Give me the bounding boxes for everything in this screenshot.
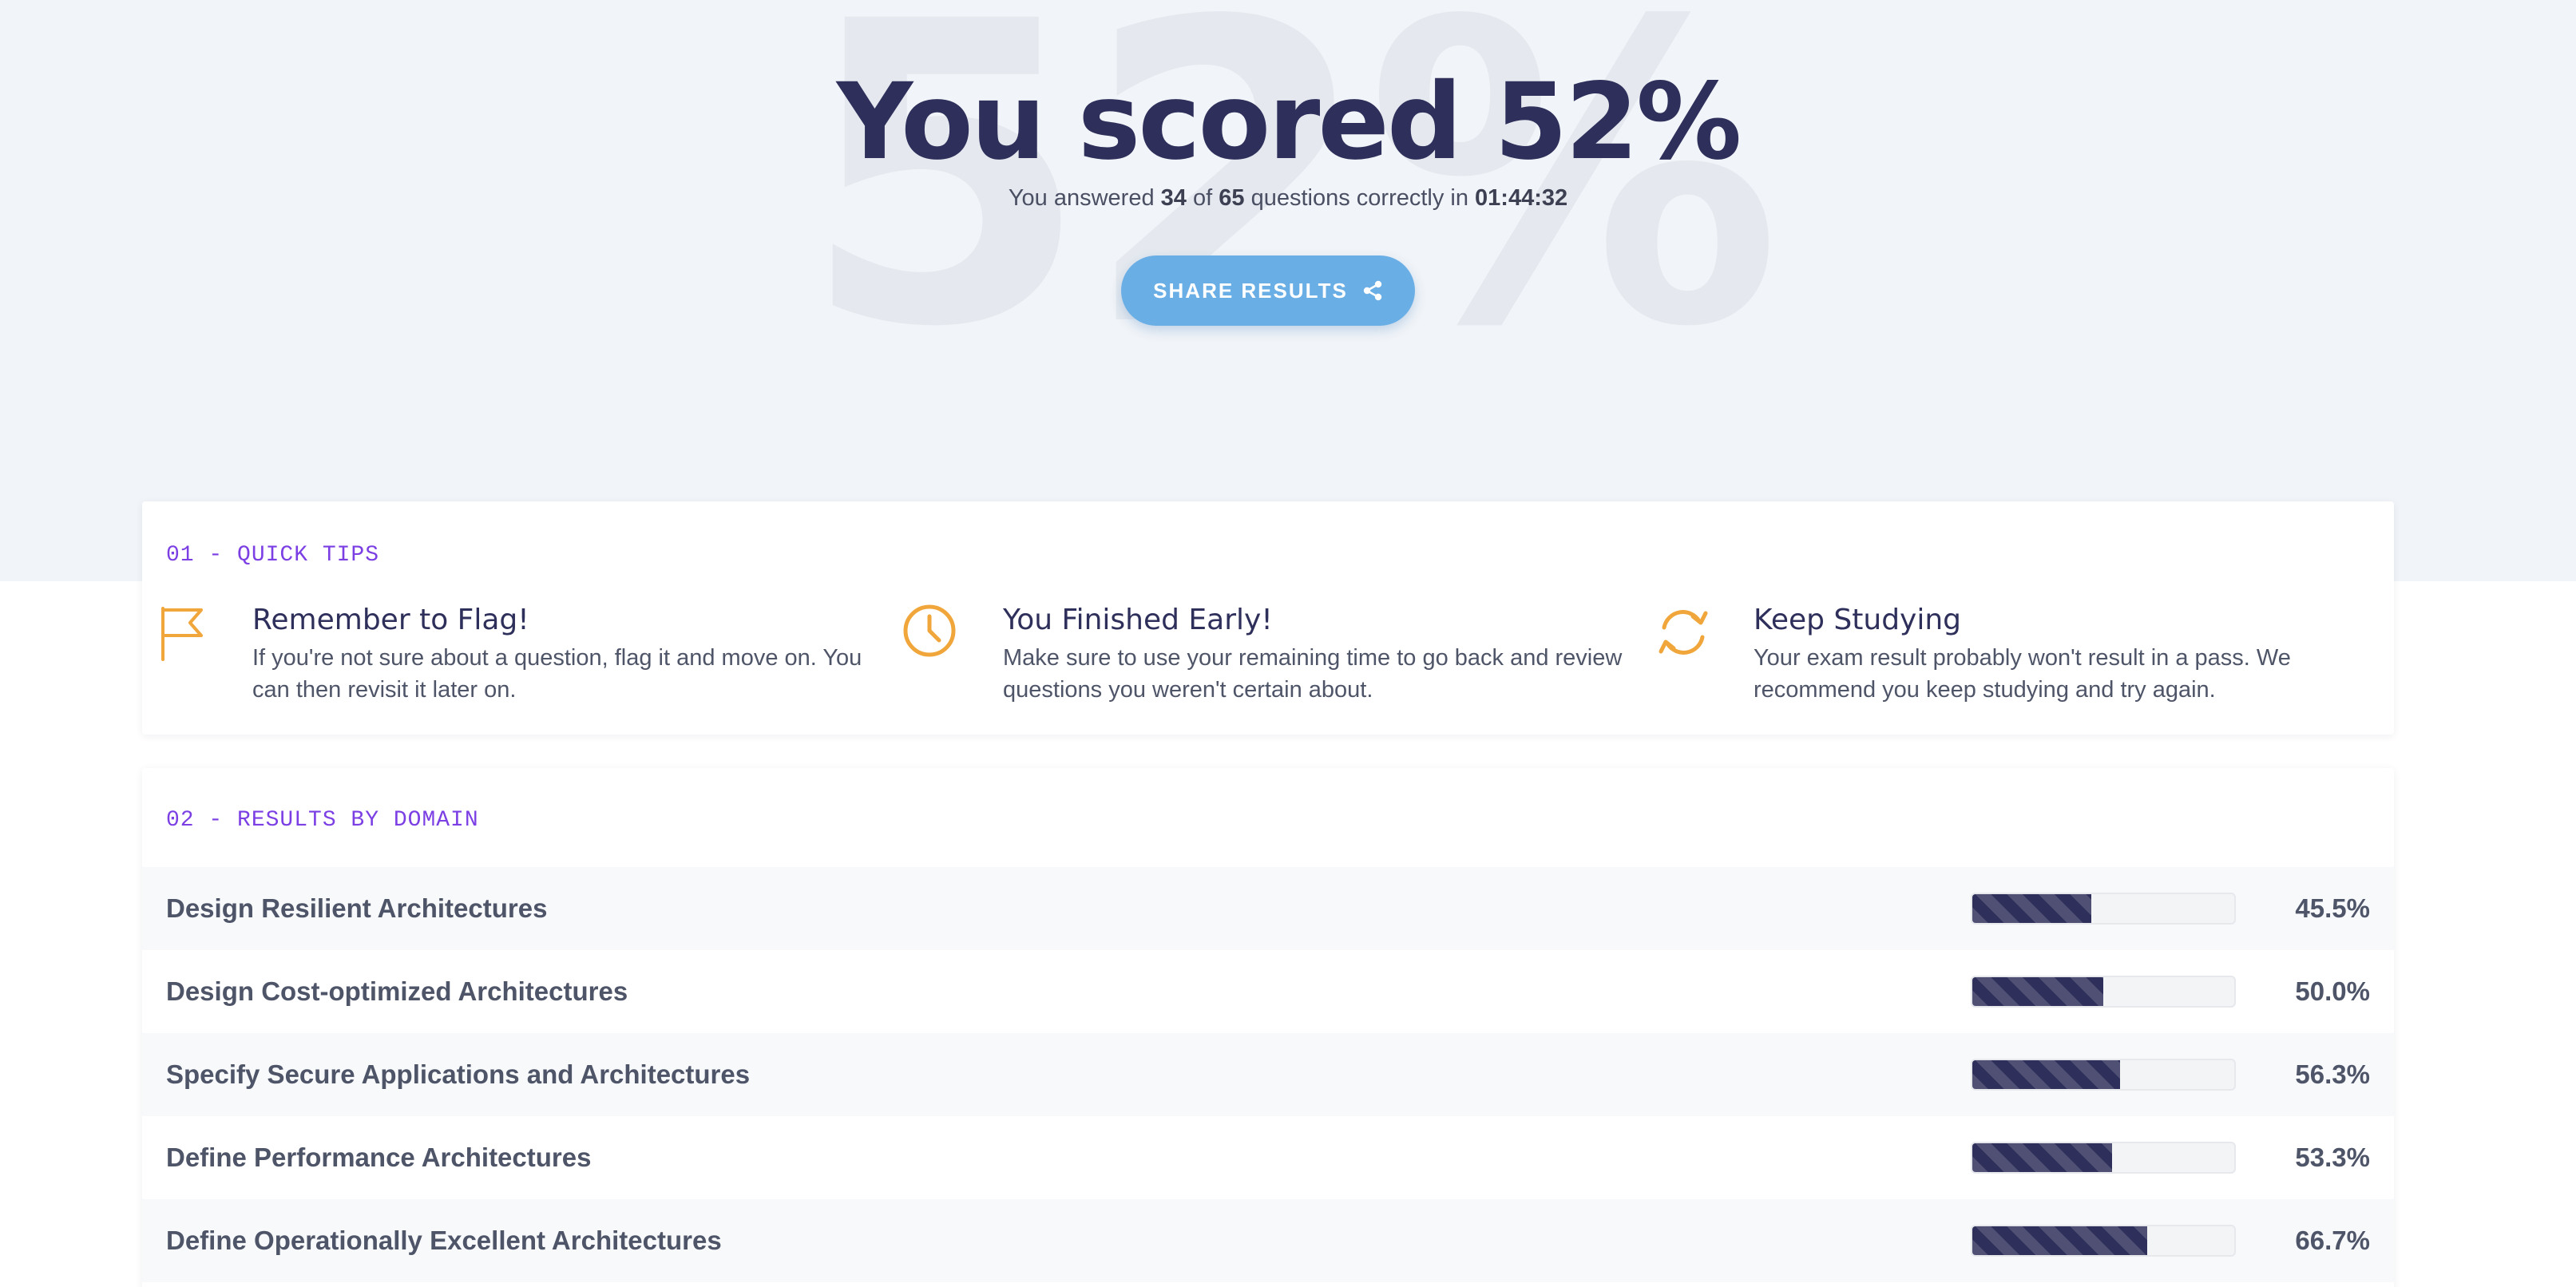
domain-progress-bar <box>1971 893 2236 925</box>
share-results-button[interactable]: SHARE RESULTS <box>1121 255 1415 326</box>
tip-text: Your exam result probably won't result i… <box>1754 645 2291 703</box>
quick-tips-card: 01 - QUICK TIPS Remember to Flag! If you… <box>142 501 2394 735</box>
quick-tips-heading: 01 - QUICK TIPS <box>166 543 380 568</box>
domain-row: Specify Secure Applications and Architec… <box>142 1033 2394 1116</box>
results-by-domain-heading: 02 - RESULTS BY DOMAIN <box>166 808 479 833</box>
score-summary: You answered 34 of 65 questions correctl… <box>0 182 2576 214</box>
tip-title: Keep Studying <box>1754 604 1962 636</box>
domain-list: Design Resilient Architectures 45.5% Des… <box>142 867 2394 1282</box>
refresh-icon <box>1659 610 1708 655</box>
tip-title: Remember to Flag! <box>252 604 529 636</box>
domain-progress-bar <box>1971 1225 2236 1257</box>
domain-percent: 45.5% <box>2295 893 2370 923</box>
summary-prefix: You answered <box>1008 185 1155 211</box>
summary-of: of <box>1193 185 1213 211</box>
domain-percent: 50.0% <box>2295 976 2370 1006</box>
domain-progress-fill <box>1972 1226 2147 1255</box>
elapsed-time: 01:44:32 <box>1475 185 1568 211</box>
domain-progress-fill <box>1972 894 2092 923</box>
page-title: You scored 52% <box>836 61 1742 184</box>
clock-icon <box>903 604 956 657</box>
domain-name: Design Cost-optimized Architectures <box>166 976 628 1006</box>
summary-middle: questions correctly in <box>1250 185 1468 211</box>
domain-percent: 56.3% <box>2295 1059 2370 1089</box>
results-hero: 52% You scored 52% You answered 34 of 65… <box>0 0 2576 581</box>
share-icon <box>1363 280 1382 301</box>
tip-text: If you're not sure about a question, fla… <box>252 645 862 703</box>
domain-percent: 66.7% <box>2295 1226 2370 1255</box>
domain-progress-bar <box>1971 1142 2236 1174</box>
domain-name: Specify Secure Applications and Architec… <box>166 1059 751 1089</box>
total-count: 65 <box>1219 185 1245 211</box>
domain-percent: 53.3% <box>2295 1142 2370 1172</box>
domain-name: Design Resilient Architectures <box>166 893 548 923</box>
domain-progress-fill <box>1972 1060 2120 1089</box>
domain-row: Design Resilient Architectures 45.5% <box>142 867 2394 950</box>
domain-row: Design Cost-optimized Architectures 50.0… <box>142 950 2394 1033</box>
tip-title: You Finished Early! <box>1003 604 1273 636</box>
results-by-domain-card: 02 - RESULTS BY DOMAIN Design Resilient … <box>142 768 2394 1287</box>
domain-progress-bar <box>1971 1059 2236 1091</box>
domain-row: Define Performance Architectures 53.3% <box>142 1116 2394 1199</box>
domain-row: Define Operationally Excellent Architect… <box>142 1199 2394 1282</box>
domain-progress-fill <box>1972 1143 2112 1172</box>
flag-icon <box>161 607 203 661</box>
domain-name: Define Performance Architectures <box>166 1142 592 1172</box>
domain-progress-fill <box>1972 977 2103 1006</box>
share-results-label: SHARE RESULTS <box>1153 278 1348 303</box>
domain-progress-bar <box>1971 976 2236 1008</box>
tip-text: Make sure to use your remaining time to … <box>1003 645 1623 703</box>
domain-name: Define Operationally Excellent Architect… <box>166 1226 722 1255</box>
correct-count: 34 <box>1160 185 1187 211</box>
